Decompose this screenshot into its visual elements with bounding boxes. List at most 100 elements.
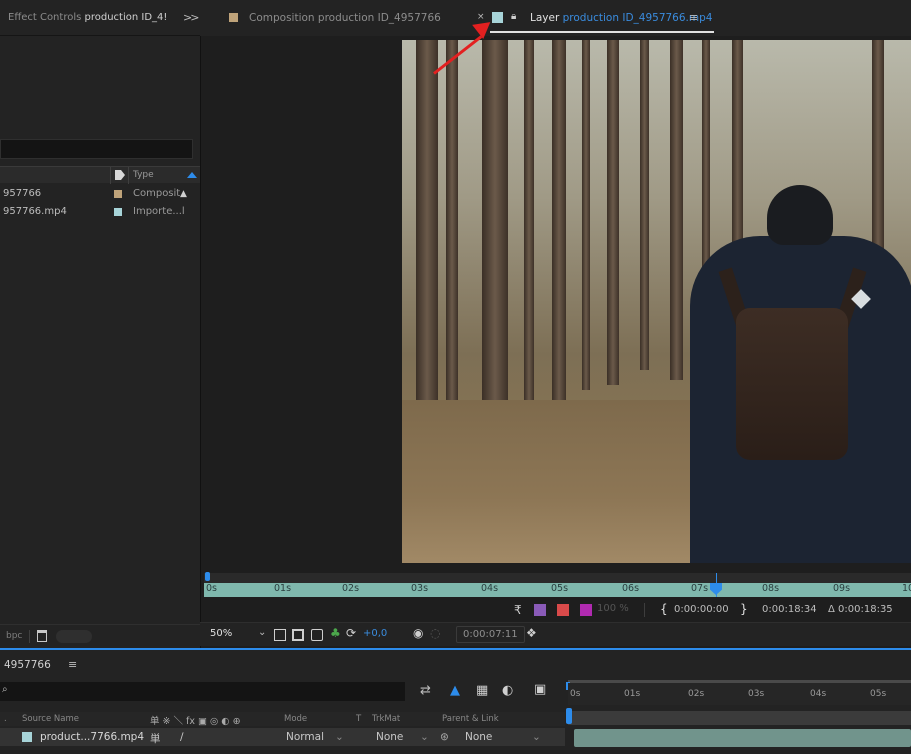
camera-snapshot-icon[interactable]: ◉ bbox=[413, 626, 423, 640]
divider bbox=[29, 630, 30, 643]
chevron-down-icon[interactable]: ⌄ bbox=[420, 731, 429, 743]
tree-trunk bbox=[482, 40, 508, 460]
frame-blending-icon[interactable]: ▦ bbox=[476, 683, 488, 698]
source-name-column[interactable]: Source Name bbox=[22, 714, 79, 724]
panel-menu-icon[interactable]: ≡ bbox=[689, 11, 698, 24]
mask-purple-icon[interactable] bbox=[534, 604, 546, 616]
in-point-time[interactable]: 0:00:00:00 bbox=[674, 604, 729, 615]
effect-controls-tab-label[interactable]: Effect Controls production ID_4! bbox=[8, 12, 167, 23]
timeline-tick: 01s bbox=[624, 689, 641, 699]
parent-select[interactable]: None bbox=[465, 731, 492, 743]
work-area-bar[interactable] bbox=[568, 711, 911, 725]
project-item-footage[interactable]: 957766.mp4 Importe...l bbox=[0, 204, 200, 221]
bit-depth-button[interactable]: bpc bbox=[6, 631, 22, 641]
layer-tab-prefix: Layer bbox=[530, 12, 560, 24]
current-time-indicator[interactable] bbox=[566, 708, 572, 724]
composition-tab[interactable]: Composition production ID_4957766 bbox=[249, 12, 441, 24]
ruler-tick: 08s bbox=[762, 583, 780, 594]
tree-trunk bbox=[446, 40, 458, 420]
ruler-work-area[interactable] bbox=[204, 573, 911, 583]
motion-blur-icon[interactable]: ◐ bbox=[502, 683, 513, 698]
timeline-tick: 02s bbox=[688, 689, 705, 699]
double-chevron-right-icon[interactable]: >> bbox=[183, 11, 200, 24]
layer-tab-swatch bbox=[492, 12, 503, 23]
zoom-select[interactable]: 50% bbox=[210, 628, 232, 639]
trash-icon[interactable] bbox=[37, 630, 47, 642]
out-point-time[interactable]: 0:00:18:34 bbox=[762, 604, 817, 615]
project-toggle-pill[interactable] bbox=[56, 630, 92, 643]
type-column-header[interactable]: Type bbox=[133, 170, 154, 180]
sort-ascending-icon[interactable] bbox=[187, 172, 197, 178]
exposure-value[interactable]: +0,0 bbox=[363, 628, 387, 639]
layer-name[interactable]: product...7766.mp4 bbox=[40, 731, 144, 743]
search-icon[interactable]: ⌕ bbox=[2, 684, 8, 695]
footage-label-swatch[interactable] bbox=[114, 208, 122, 216]
comp-mini-flowchart-icon[interactable]: ⇄ bbox=[420, 683, 431, 698]
show-snapshot-icon[interactable]: ◌ bbox=[430, 626, 440, 640]
timeline-column-header: . Source Name 单 ※ ＼ fx ▣ ◎ ◐ ⊕ Mode T Tr… bbox=[0, 712, 565, 727]
ruler-tick: 03s bbox=[411, 583, 429, 594]
out-point-bracket-icon[interactable]: } bbox=[740, 602, 748, 616]
project-search-input[interactable] bbox=[0, 139, 193, 159]
timeline-search-input[interactable] bbox=[0, 682, 405, 701]
quality-switch-icon[interactable]: ∕ bbox=[180, 731, 184, 743]
grid-icon[interactable] bbox=[311, 629, 323, 641]
mode-select[interactable]: Normal bbox=[286, 731, 324, 743]
mask-red-icon[interactable] bbox=[557, 604, 569, 616]
footage-layer-icon bbox=[22, 732, 32, 742]
chevron-down-icon[interactable]: ⌄ bbox=[532, 731, 541, 743]
person-beanie bbox=[767, 185, 833, 245]
mask-magenta-icon[interactable] bbox=[580, 604, 592, 616]
layer-duration-bar[interactable] bbox=[574, 729, 911, 747]
chevron-down-icon[interactable]: ⌄ bbox=[335, 731, 344, 743]
flowchart-icon[interactable]: ▲ bbox=[180, 189, 187, 199]
project-item-name: 957766 bbox=[3, 188, 42, 199]
column-divider[interactable] bbox=[110, 167, 111, 184]
shy-switch-icon[interactable]: 単 bbox=[150, 731, 161, 746]
label-tag-icon[interactable] bbox=[115, 170, 125, 180]
exposure-reset-icon[interactable]: ⟳ bbox=[346, 626, 356, 640]
work-area-start-handle[interactable] bbox=[205, 572, 210, 581]
timeline-layer-row[interactable]: product...7766.mp4 単 ∕ Normal ⌄ None ⌄ ⊛… bbox=[0, 728, 565, 746]
chevron-down-icon[interactable]: ⌄ bbox=[258, 627, 266, 638]
color-channels-icon[interactable]: ♣ bbox=[330, 626, 341, 640]
effect-controls-tab[interactable]: Effect Controls production ID_4! >> bbox=[0, 0, 200, 36]
current-time-field[interactable]: 0:00:07:11 bbox=[456, 626, 525, 643]
fit-frame-icon[interactable] bbox=[274, 629, 286, 641]
layer-tab[interactable]: Layer production ID_4957766.mp4 bbox=[530, 12, 712, 24]
mode-column[interactable]: Mode bbox=[284, 714, 307, 724]
column-divider-dot: . bbox=[4, 714, 7, 724]
timeline-tick: 03s bbox=[748, 689, 765, 699]
trkmat-column[interactable]: TrkMat bbox=[372, 714, 400, 724]
trkmat-select[interactable]: None bbox=[376, 731, 403, 743]
opacity-value[interactable]: 100 % bbox=[597, 603, 629, 614]
project-footer-bar: bpc bbox=[0, 624, 200, 648]
column-divider[interactable] bbox=[128, 167, 129, 184]
lock-icon[interactable]: 🔒︎ bbox=[511, 11, 516, 22]
view-options-icon[interactable]: ❖ bbox=[526, 626, 537, 640]
project-item-type: Composit bbox=[133, 188, 181, 199]
shy-layers-icon[interactable]: ▲ bbox=[450, 683, 460, 698]
pickwhip-icon[interactable]: ⊛ bbox=[440, 731, 449, 743]
timeline-tick: 0s bbox=[570, 689, 581, 699]
panel-menu-icon[interactable]: ≡ bbox=[68, 658, 77, 671]
footage-frame bbox=[402, 40, 911, 563]
timeline-time-ruler[interactable]: 0s 01s 02s 03s 04s 05s bbox=[568, 683, 911, 705]
time-ruler[interactable]: 0s 01s 02s 03s 04s 05s 06s 07s 08s 09s 1… bbox=[204, 583, 911, 597]
composition-tab-swatch bbox=[229, 13, 238, 22]
active-tab-underline bbox=[490, 31, 714, 33]
project-item-composition[interactable]: 957766 Composit ▲ bbox=[0, 186, 200, 203]
tree-trunk bbox=[524, 40, 534, 400]
project-panel bbox=[0, 0, 200, 648]
parent-link-column[interactable]: Parent & Link bbox=[442, 714, 499, 724]
project-item-name: 957766.mp4 bbox=[3, 206, 67, 217]
t-column[interactable]: T bbox=[356, 714, 361, 724]
tree-trunk bbox=[640, 40, 649, 370]
composition-label-swatch[interactable] bbox=[114, 190, 122, 198]
in-point-bracket-icon[interactable]: { bbox=[660, 602, 668, 616]
resolution-icon[interactable] bbox=[292, 629, 304, 641]
graph-editor-icon[interactable]: ▣ bbox=[534, 682, 546, 697]
layer-switches-header[interactable]: 单 ※ ＼ fx ▣ ◎ ◐ ⊕ bbox=[150, 713, 241, 727]
person-icon[interactable]: ₹ bbox=[514, 603, 522, 617]
timeline-tab[interactable]: 4957766 bbox=[4, 659, 51, 671]
